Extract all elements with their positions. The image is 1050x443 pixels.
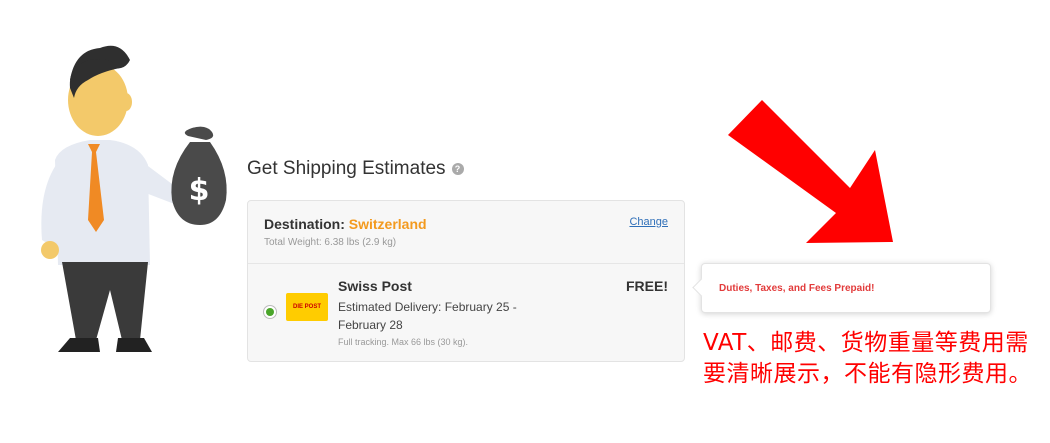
swiss-post-logo: DIE POST [286, 293, 328, 321]
shipping-option[interactable]: DIE POST Swiss Post Estimated Delivery: … [248, 264, 684, 361]
annotation-note: VAT、邮费、货物重量等费用需要清晰展示，不能有隐形费用。 [703, 330, 1032, 387]
section-title: Get Shipping Estimates ? [247, 158, 464, 180]
destination-country: Switzerland [348, 216, 427, 232]
logo-text: DIE POST [292, 304, 321, 310]
duties-prepaid-callout: Duties, Taxes, and Fees Prepaid! [701, 263, 991, 313]
destination-header: Destination: Switzerland Total Weight: 6… [248, 201, 684, 264]
destination: Destination: Switzerland [264, 216, 427, 232]
change-destination-link[interactable]: Change [629, 216, 668, 228]
carrier-name: Swiss Post [338, 278, 412, 294]
shipping-price: FREE! [626, 278, 668, 294]
dollar-icon: $ [189, 173, 210, 208]
section-title-text: Get Shipping Estimates [247, 158, 446, 179]
callout-text: Duties, Taxes, and Fees Prepaid! [719, 283, 875, 294]
total-weight: Total Weight: 6.38 lbs (2.9 kg) [264, 237, 397, 248]
question-circle-icon[interactable]: ? [451, 163, 464, 175]
red-arrow-icon [728, 100, 893, 243]
tracking-info: Full tracking. Max 66 lbs (30 kg). [338, 337, 469, 347]
businessman-illustration: $ [41, 45, 227, 352]
estimated-delivery: Estimated Delivery: February 25 - Februa… [338, 300, 517, 332]
destination-label: Destination: [264, 216, 345, 232]
shipping-option-radio[interactable] [263, 305, 277, 319]
shipping-estimate-card: Destination: Switzerland Total Weight: 6… [247, 200, 685, 362]
